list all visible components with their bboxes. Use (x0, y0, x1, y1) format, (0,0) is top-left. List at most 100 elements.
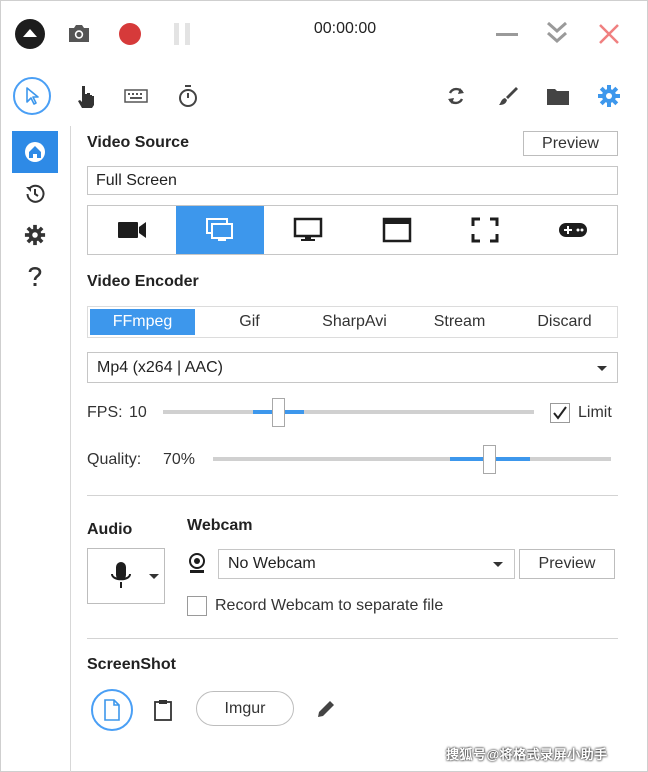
source-mode-game[interactable] (529, 206, 617, 254)
quality-label: Quality: (87, 451, 142, 468)
sidebar-divider (70, 126, 71, 772)
brush-button[interactable] (494, 82, 522, 110)
section-divider (87, 638, 618, 639)
fps-value: 10 (129, 404, 147, 421)
encoder-tab-stream[interactable]: Stream (407, 307, 512, 337)
close-button[interactable] (594, 20, 624, 48)
pause-icon (174, 23, 190, 45)
screenshot-title: ScreenShot (87, 656, 176, 673)
sidebar-item-help[interactable] (12, 258, 58, 294)
webcam-separate-file-checkbox[interactable] (187, 596, 207, 616)
webcam-value: No Webcam (228, 555, 316, 572)
screenshot-edit-button[interactable] (313, 696, 339, 722)
screenshot-imgur-button[interactable]: Imgur (196, 691, 294, 726)
select-tool-button[interactable] (13, 77, 51, 115)
webcam-dropdown[interactable]: No Webcam (218, 549, 515, 579)
minimize-icon (496, 33, 518, 36)
webcam-icon-wrapper (186, 552, 208, 576)
webcam-title: Webcam (187, 517, 253, 534)
quality-slider-thumb[interactable] (483, 445, 496, 474)
video-source-mode-bar (87, 205, 618, 255)
window-icon (382, 217, 411, 243)
keyboard-tool-button[interactable] (122, 84, 150, 108)
history-icon (26, 184, 45, 203)
hand-pointer-icon (78, 86, 94, 108)
brush-icon (499, 87, 518, 105)
record-icon (119, 23, 141, 45)
camera-icon (118, 222, 147, 238)
chevron-down-icon (597, 366, 607, 371)
refresh-icon (448, 87, 464, 105)
encoder-tab-discard[interactable]: Discard (512, 307, 617, 337)
video-source-input[interactable]: Full Screen (87, 166, 618, 195)
record-button[interactable] (116, 20, 144, 48)
minimize-to-tray-button[interactable] (542, 18, 572, 48)
chevron-down-icon (149, 574, 159, 579)
monitor-icon (294, 217, 323, 241)
source-mode-monitor[interactable] (264, 206, 352, 254)
home-icon (25, 142, 45, 162)
fps-slider-thumb[interactable] (272, 398, 285, 427)
gamepad-icon (558, 223, 587, 237)
click-tool-button[interactable] (72, 82, 100, 110)
watermark-text: 搜狐号@将格式录屏小助手 (446, 747, 608, 762)
webcam-separate-file-label: Record Webcam to separate file (215, 597, 444, 614)
webcam-icon (189, 553, 205, 573)
sidebar-item-history[interactable] (12, 175, 58, 211)
encoder-tab-gif[interactable]: Gif (197, 307, 302, 337)
section-divider (87, 495, 618, 496)
minimize-button[interactable] (492, 20, 522, 48)
chevron-up-circle-icon (15, 19, 45, 49)
video-encoder-title: Video Encoder (87, 273, 199, 290)
fps-limit-label: Limit (578, 404, 612, 421)
collapse-button[interactable] (14, 18, 46, 50)
webcam-preview-button[interactable]: Preview (519, 549, 615, 579)
screenshot-save-file-button[interactable] (91, 689, 133, 731)
pencil-icon (318, 701, 334, 717)
codec-dropdown[interactable]: Mp4 (x264 | AAC) (87, 352, 618, 383)
quality-value: 70% (163, 451, 196, 468)
stopwatch-icon (179, 85, 197, 107)
file-icon (104, 699, 120, 721)
screenshot-button[interactable] (66, 20, 92, 46)
keyboard-icon (124, 89, 148, 103)
source-mode-screen-region[interactable] (176, 206, 265, 254)
camera-icon (69, 25, 89, 42)
fullscreen-icon (471, 217, 499, 243)
recording-timer: 00:00:00 (313, 20, 377, 37)
settings-button[interactable] (594, 82, 624, 110)
screen-region-icon (206, 218, 234, 241)
gear-icon (598, 85, 620, 107)
screenshot-clipboard-button[interactable] (150, 697, 176, 723)
sidebar-item-home[interactable] (12, 131, 58, 173)
chevron-down-icon (493, 562, 503, 567)
output-folder-button[interactable] (544, 82, 572, 110)
sidebar-item-settings[interactable] (12, 217, 58, 253)
close-icon (599, 24, 619, 44)
refresh-button[interactable] (442, 82, 470, 110)
quality-slider-track[interactable] (213, 457, 611, 461)
encoder-tabs: FFmpeg Gif SharpAvi Stream Discard (87, 306, 618, 338)
checkmark-icon (553, 406, 567, 420)
fps-label: FPS: (87, 404, 123, 421)
double-chevron-down-icon (547, 21, 567, 44)
source-mode-fullscreen[interactable] (441, 206, 529, 254)
encoder-tab-ffmpeg[interactable]: FFmpeg (90, 309, 195, 335)
source-mode-webcam[interactable] (88, 206, 176, 254)
microphone-icon (111, 562, 131, 588)
folder-icon (547, 89, 569, 105)
audio-title: Audio (87, 521, 133, 538)
question-mark-icon (28, 266, 42, 286)
cursor-icon (26, 87, 39, 105)
video-source-preview-button[interactable]: Preview (523, 131, 618, 156)
source-mode-window[interactable] (353, 206, 441, 254)
fps-slider-track[interactable] (163, 410, 534, 414)
gear-icon (24, 224, 46, 246)
pause-button[interactable] (168, 20, 196, 48)
codec-value: Mp4 (x264 | AAC) (97, 358, 223, 376)
video-source-title: Video Source (87, 134, 189, 151)
encoder-tab-sharpavi[interactable]: SharpAvi (302, 307, 407, 337)
clipboard-icon (154, 700, 172, 721)
timer-tool-button[interactable] (174, 82, 202, 110)
fps-limit-checkbox[interactable] (550, 403, 570, 423)
